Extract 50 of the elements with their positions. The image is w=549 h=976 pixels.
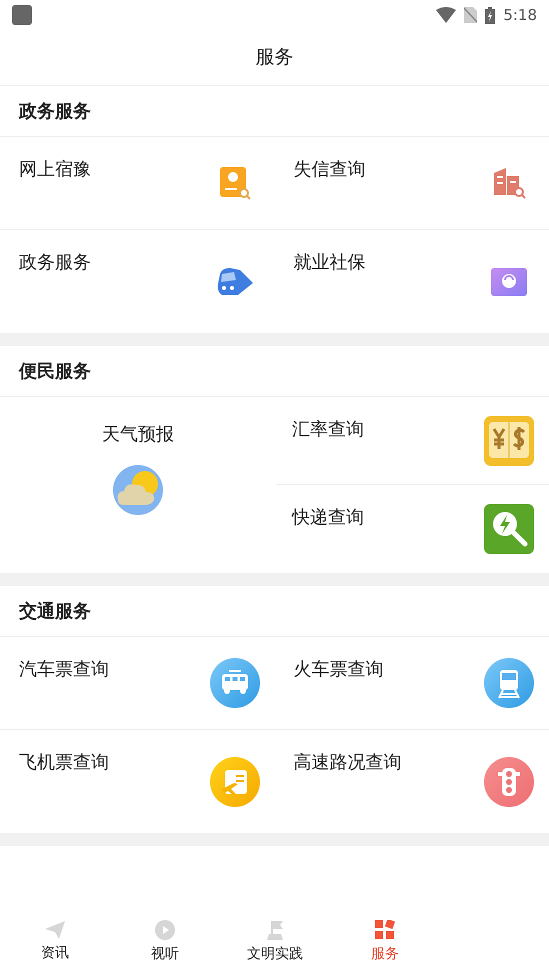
service-label: 飞机票查询 <box>19 751 109 775</box>
weather-icon <box>112 464 164 516</box>
section-title: 交通服务 <box>19 600 91 624</box>
tab-item[interactable]: 视听 <box>110 920 220 964</box>
service-label: 火车票查询 <box>294 658 384 682</box>
service-item[interactable]: 汽车票查询 <box>0 637 274 730</box>
service-label: 天气预报 <box>102 423 174 447</box>
service-label: 政务服务 <box>19 251 91 275</box>
service-item[interactable]: 政务服务 <box>0 230 274 333</box>
service-label: 就业社保 <box>294 251 366 275</box>
play-icon <box>155 920 175 940</box>
traffic-light-icon <box>483 756 535 808</box>
grid-icon <box>375 920 395 940</box>
train-icon <box>216 266 254 298</box>
clock-time: 5:18 <box>503 4 537 26</box>
currency-icon <box>483 414 535 466</box>
service-item[interactable]: 高速路况查询 <box>274 730 549 833</box>
service-label: 网上宿豫 <box>19 158 91 182</box>
service-item[interactable]: 飞机票查询 <box>0 730 274 833</box>
service-item[interactable]: 天气预报 <box>0 397 276 573</box>
tab-item[interactable]: 服务 <box>330 920 440 964</box>
plane-ticket-icon <box>208 756 260 808</box>
service-label: 汇率查询 <box>292 418 364 442</box>
book-search-icon <box>218 166 250 200</box>
service-label: 汽车票查询 <box>19 658 109 682</box>
service-item[interactable]: 就业社保 <box>274 230 549 333</box>
service-item[interactable]: 汇率查询 <box>276 397 549 485</box>
train-front-icon <box>483 657 535 709</box>
tab-item[interactable]: 文明实践 <box>220 920 330 964</box>
send-icon <box>45 920 65 938</box>
notification-icon <box>12 5 32 25</box>
service-label: 失信查询 <box>294 158 366 182</box>
face-badge-icon <box>490 266 528 296</box>
service-label: 高速路况查询 <box>294 751 402 775</box>
section-title: 政务服务 <box>19 100 91 124</box>
service-item[interactable]: 火车票查询 <box>274 637 549 730</box>
service-item[interactable]: 快递查询 <box>276 485 549 573</box>
magnifier-bolt-icon <box>483 503 535 555</box>
battery-icon <box>485 6 496 24</box>
wifi-icon <box>436 7 456 23</box>
service-item[interactable]: 网上宿豫 <box>0 137 274 230</box>
section-title: 便民服务 <box>19 360 91 384</box>
building-search-icon <box>492 167 526 199</box>
page-title: 服务 <box>256 45 294 70</box>
flag-icon <box>265 920 285 940</box>
service-label: 快递查询 <box>292 506 364 530</box>
bus-icon <box>208 657 260 709</box>
tab-item[interactable]: 资讯 <box>0 920 110 964</box>
service-item[interactable]: 失信查询 <box>274 137 549 230</box>
no-sim-icon <box>464 7 478 23</box>
